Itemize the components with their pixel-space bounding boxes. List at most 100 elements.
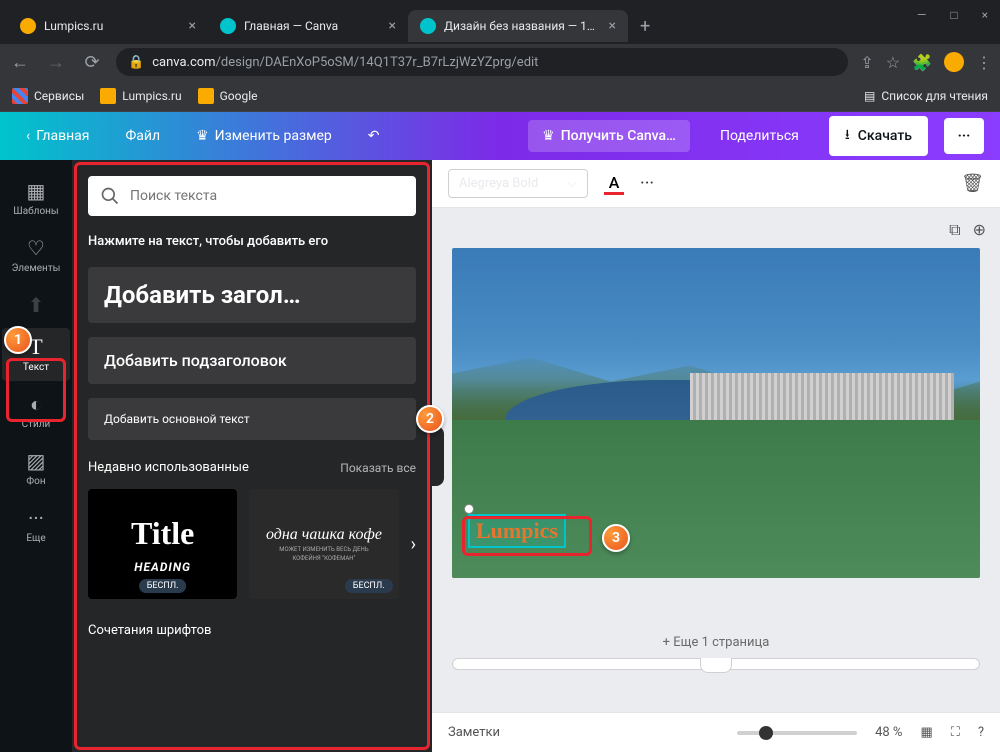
- chevron-left-icon: ‹: [26, 128, 30, 144]
- share-button[interactable]: Поделиться: [706, 120, 813, 152]
- font-select[interactable]: Alegreya Bold ⌵: [448, 169, 588, 198]
- show-all-link[interactable]: Показать все: [340, 461, 416, 475]
- folder-icon: [100, 88, 116, 104]
- new-tab-button[interactable]: +: [628, 16, 662, 37]
- tab-canva-design[interactable]: Дизайн без названия — 1024 ×: [408, 10, 628, 42]
- sidebar-more[interactable]: ···Еще: [2, 499, 70, 552]
- reload-button[interactable]: ⟳: [80, 52, 104, 73]
- elements-icon: ♡: [27, 237, 45, 259]
- search-icon: [100, 186, 120, 206]
- add-heading-button[interactable]: Добавить загол…: [88, 267, 416, 323]
- grid-view-icon[interactable]: ▦: [920, 725, 932, 740]
- address-bar: ← → ⟳ 🔒 canva.com/design/DAEnXoP5oSM/14Q…: [0, 44, 1000, 80]
- extensions-icon[interactable]: 🧩: [912, 53, 932, 72]
- favicon: [420, 18, 436, 34]
- close-icon[interactable]: ×: [189, 18, 196, 34]
- annotation-marker-2: 2: [416, 405, 444, 433]
- toolbar-more[interactable]: ···: [640, 173, 654, 194]
- url-input[interactable]: 🔒 canva.com/design/DAEnXoP5oSM/14Q1T37r_…: [116, 48, 848, 76]
- notes-button[interactable]: Заметки: [448, 725, 500, 740]
- close-icon[interactable]: ×: [389, 18, 396, 34]
- sidebar-templates[interactable]: ▦Шаблоны: [2, 172, 70, 225]
- get-canva-button[interactable]: ♛ Получить Canva…: [528, 120, 690, 152]
- tab-canva-home[interactable]: Главная — Canva ×: [208, 10, 408, 42]
- canvas[interactable]: ⧉ ⊕ Lumpics 3 ↻ ✥ + Еще 1 страница: [432, 208, 1000, 712]
- canva-header: ‹ Главная Файл ♛ Изменить размер ↶ ♛ Пол…: [0, 112, 1000, 160]
- profile-avatar[interactable]: [944, 52, 964, 72]
- sidebar-background[interactable]: ▨Фон: [2, 442, 70, 495]
- annotation-marker-3: 3: [602, 524, 630, 552]
- window-minimize[interactable]: —: [917, 8, 926, 22]
- fullscreen-icon[interactable]: ⛶: [951, 725, 960, 740]
- zoom-value: 48 %: [875, 725, 902, 740]
- delete-button[interactable]: 🗑: [961, 173, 984, 194]
- add-subheading-button[interactable]: Добавить подзаголовок: [88, 337, 416, 384]
- back-button[interactable]: ←: [8, 52, 32, 73]
- sidebar: ▦Шаблоны ♡Элементы ⬆ TТекст ◐Стили ▨Фон …: [0, 160, 72, 752]
- footer: Заметки 48 % ▦ ⛶ ?: [432, 712, 1000, 752]
- tab-title: Дизайн без названия — 1024: [444, 19, 601, 33]
- sidebar-elements[interactable]: ♡Элементы: [2, 229, 70, 282]
- apps-icon: [12, 88, 28, 104]
- home-button[interactable]: ‹ Главная: [16, 122, 99, 150]
- more-icon: ···: [28, 507, 44, 529]
- font-color-button[interactable]: A: [604, 173, 624, 195]
- reading-list-button[interactable]: ▤ Список для чтения: [864, 89, 988, 103]
- template-card[interactable]: одна чашка кофе МОЖЕТ ИЗМЕНИТЬ ВЕСЬ ДЕНЬ…: [249, 489, 398, 599]
- forward-button[interactable]: →: [44, 52, 68, 73]
- styles-icon: ◐: [30, 393, 42, 415]
- browser-tabs: Lumpics.ru × Главная — Canva × Дизайн бе…: [0, 8, 1000, 44]
- sidebar-styles[interactable]: ◐Стили: [2, 385, 70, 438]
- close-icon[interactable]: ×: [609, 18, 616, 34]
- bookmarks-bar: Сервисы Lumpics.ru Google ▤ Список для ч…: [0, 80, 1000, 112]
- collapse-panel-button[interactable]: [430, 426, 444, 486]
- download-icon: ⭳: [845, 124, 850, 148]
- favicon: [220, 18, 236, 34]
- annotation-marker-1: 1: [4, 326, 32, 354]
- search-field[interactable]: [130, 188, 404, 204]
- file-menu[interactable]: Файл: [115, 122, 170, 150]
- more-button[interactable]: ···: [944, 118, 984, 154]
- window-maximize[interactable]: □: [950, 8, 957, 22]
- instruction-text: Нажмите на текст, чтобы добавить его: [88, 230, 416, 253]
- add-body-button[interactable]: Добавить основной текст: [88, 398, 416, 440]
- tab-title: Главная — Canva: [244, 19, 381, 33]
- background-icon: ▨: [27, 450, 46, 472]
- star-icon[interactable]: ☆: [886, 53, 900, 72]
- bookmark-lumpics[interactable]: Lumpics.ru: [100, 88, 181, 104]
- search-input[interactable]: [88, 176, 416, 216]
- apps-button[interactable]: Сервисы: [12, 88, 84, 104]
- undo-button[interactable]: ↶: [358, 122, 390, 150]
- crown-icon: ♛: [542, 128, 555, 144]
- favicon: [20, 18, 36, 34]
- canvas-image[interactable]: Lumpics 3 ↻ ✥: [452, 248, 980, 578]
- chevron-right-icon[interactable]: ›: [411, 534, 416, 555]
- text-panel: Нажмите на текст, чтобы добавить его Доб…: [72, 160, 432, 752]
- bookmark-google[interactable]: Google: [198, 88, 258, 104]
- window-close[interactable]: ×: [982, 8, 988, 22]
- add-icon[interactable]: ⊕: [973, 220, 986, 240]
- duplicate-icon[interactable]: ⧉: [949, 220, 960, 240]
- editor: 2 Alegreya Bold ⌵ A ··· 🗑 ⧉ ⊕: [432, 160, 1000, 752]
- crown-icon: ♛: [196, 128, 209, 144]
- horizontal-scrollbar[interactable]: [452, 658, 980, 670]
- free-badge: БЕСПЛ.: [139, 579, 187, 593]
- menu-icon[interactable]: ⋮: [976, 53, 992, 72]
- folder-icon: [198, 88, 214, 104]
- add-page-button[interactable]: + Еще 1 страница: [663, 635, 770, 650]
- text-element[interactable]: Lumpics: [468, 514, 566, 548]
- download-button[interactable]: ⭳ Скачать: [829, 116, 928, 156]
- tab-lumpics[interactable]: Lumpics.ru ×: [8, 10, 208, 42]
- text-color-icon: A: [609, 173, 620, 192]
- uploads-icon: ⬆: [28, 294, 45, 316]
- help-icon[interactable]: ?: [978, 725, 984, 740]
- free-badge: БЕСПЛ.: [345, 579, 393, 593]
- list-icon: ▤: [864, 89, 875, 103]
- template-card[interactable]: Title HEADING БЕСПЛ.: [88, 489, 237, 599]
- resize-button[interactable]: ♛ Изменить размер: [186, 122, 342, 150]
- sidebar-uploads[interactable]: ⬆: [2, 286, 70, 324]
- zoom-slider[interactable]: [737, 731, 857, 735]
- share-icon[interactable]: ⇪: [860, 53, 873, 72]
- tab-title: Lumpics.ru: [44, 19, 181, 33]
- rotate-handle[interactable]: [464, 504, 474, 514]
